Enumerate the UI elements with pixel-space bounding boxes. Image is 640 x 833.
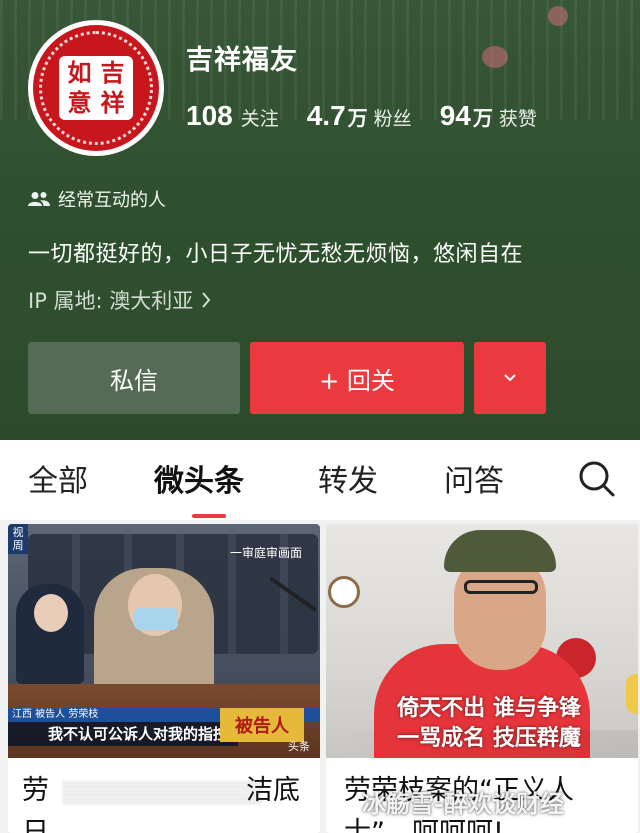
stat-number: 4.7 (306, 100, 346, 131)
wall-clock (328, 576, 360, 608)
source-label: 头条 (288, 740, 310, 753)
courtroom-officer (16, 584, 84, 684)
overlay-line: 倚天不出 谁与争锋 (397, 696, 581, 721)
tab-qa[interactable]: 问答 (444, 456, 504, 500)
content-tabs: 全部 微头条 转发 问答 (0, 440, 640, 520)
profile-bio: 一切都挺好的，小日子无忧无愁无烦恼，悠闲自在 (28, 242, 524, 267)
post-title-line2: 日 (22, 817, 49, 833)
stat-number: 94 (439, 100, 471, 131)
avatar-char: 祥 (100, 88, 125, 117)
stat-likes[interactable]: 94 万 获赞 (440, 100, 537, 132)
stat-label: 获赞 (498, 108, 537, 130)
active-tab-indicator (192, 514, 226, 518)
man-glasses (464, 580, 538, 594)
message-button-label: 私信 (110, 366, 158, 395)
tab-micro-posts[interactable]: 微头条 (154, 456, 244, 500)
blurred-title-text (62, 780, 262, 804)
frequent-interactions-link[interactable]: 经常互动的人 (28, 186, 166, 212)
defendant-sign: 被告人 (220, 708, 304, 742)
background-lotus (548, 6, 568, 26)
floating-side-icon[interactable] (626, 674, 638, 714)
avatar-char: 如 (67, 58, 92, 87)
ip-location-text: IP 属地: 澳大利亚 (28, 289, 194, 313)
watermark: 冰觞雪-醉欢谈财经 (362, 790, 564, 818)
username: 吉祥福友 (186, 45, 298, 76)
tab-all[interactable]: 全部 (28, 456, 88, 500)
avatar[interactable]: 如 吉 意 祥 (28, 20, 164, 156)
avatar-seal-logo: 如 吉 意 祥 (33, 25, 159, 151)
interaction-label: 经常互动的人 (58, 190, 166, 211)
stat-label: 粉丝 (373, 108, 412, 130)
chevron-right-icon (202, 292, 211, 308)
stat-number: 108 (186, 100, 233, 131)
post-thumbnail[interactable]: 视周 一审庭审画面 江西 被告人 劳荣枝 我不认可公诉人对我的指控 被告人 头条 (8, 524, 320, 758)
video-badge: 视周 (8, 524, 28, 554)
news-caption: 我不认可公诉人对我的指控 (8, 722, 238, 746)
follow-back-button[interactable]: + 回关 (250, 342, 464, 414)
chevron-down-icon (504, 374, 516, 382)
message-button[interactable]: 私信 (28, 342, 240, 414)
follow-button-label: + 回关 (319, 366, 395, 395)
avatar-char: 吉 (100, 58, 125, 87)
stat-label: 关注 (240, 108, 279, 130)
stat-unit: 万 (472, 106, 493, 130)
stat-followers[interactable]: 4.7 万 粉丝 (307, 100, 412, 132)
users-icon (28, 192, 50, 206)
profile-stats: 108 关注 4.7 万 粉丝 94 万 获赞 (186, 100, 565, 132)
background-lotus (482, 46, 508, 68)
post-thumbnail[interactable]: 倚天不出 谁与争锋 一骂成名 技压群魔 (326, 524, 638, 758)
stat-following[interactable]: 108 关注 (186, 100, 279, 132)
man-cap (444, 530, 556, 572)
trial-tag: 一审庭审画面 (230, 546, 303, 560)
avatar-plaque: 如 吉 意 祥 (59, 56, 133, 120)
ip-location-link[interactable]: IP 属地: 澳大利亚 (28, 285, 211, 315)
more-options-button[interactable] (474, 342, 546, 414)
tab-reposts[interactable]: 转发 (318, 456, 378, 500)
search-icon[interactable] (574, 456, 618, 500)
overlay-line: 一骂成名 技压群魔 (397, 726, 581, 751)
stat-unit: 万 (347, 106, 368, 130)
feed-card[interactable]: 视周 一审庭审画面 江西 被告人 劳荣枝 我不认可公诉人对我的指控 被告人 头条… (8, 524, 320, 833)
avatar-char: 意 (67, 88, 92, 117)
thumbnail-overlay-text: 倚天不出 谁与争锋 一骂成名 技压群魔 (374, 694, 604, 754)
post-title-end: 洁底 (246, 775, 300, 806)
post-title: 劳 (22, 775, 49, 806)
